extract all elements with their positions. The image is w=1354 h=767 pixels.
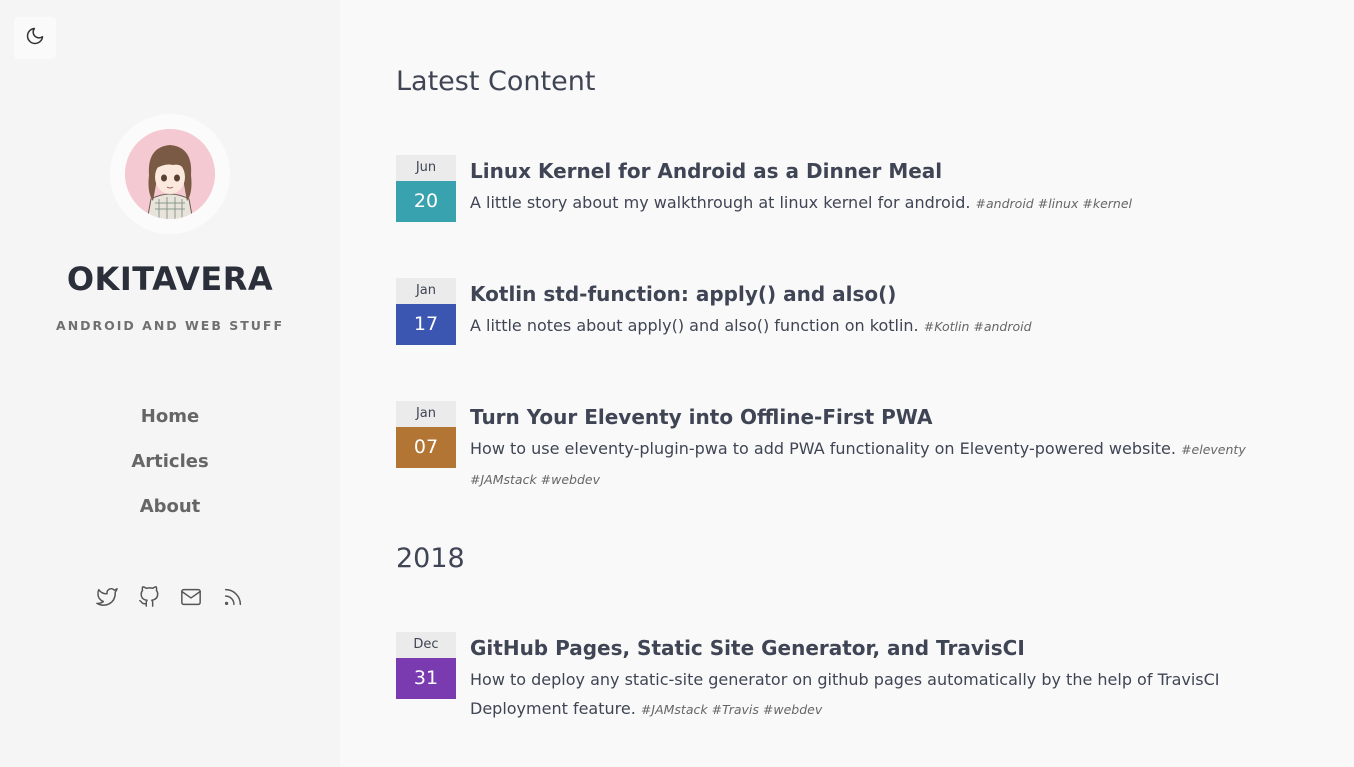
post-date: Jan 07	[396, 401, 456, 468]
rss-icon[interactable]	[222, 586, 244, 608]
post-description-text: A little notes about apply() and also() …	[470, 316, 919, 335]
post-day: 07	[396, 427, 456, 468]
github-icon[interactable]	[138, 586, 160, 608]
nav-item-about[interactable]: About	[140, 493, 201, 538]
post-description-text: How to use eleventy-plugin-pwa to add PW…	[470, 439, 1176, 458]
post-tags: #JAMstack #Travis #webdev	[641, 702, 822, 717]
tag-link[interactable]: #JAMstack	[470, 472, 537, 487]
latest-content-heading: Latest Content	[396, 66, 596, 97]
post-date: Dec 31	[396, 632, 456, 699]
tag-link[interactable]: #eleventy	[1181, 442, 1246, 457]
nav-item-articles[interactable]: Articles	[131, 448, 208, 493]
post-description-text: How to deploy any static-site generator …	[470, 670, 1220, 718]
year-heading: 2018	[396, 543, 465, 574]
post-date: Jun 20	[396, 155, 456, 222]
post-month: Jun	[396, 155, 456, 181]
post-title-link[interactable]: GitHub Pages, Static Site Generator, and…	[470, 634, 1290, 662]
post-description-text: A little story about my walkthrough at l…	[470, 193, 971, 212]
post-description: How to use eleventy-plugin-pwa to add PW…	[470, 434, 1290, 494]
post-day: 20	[396, 181, 456, 222]
tag-link[interactable]: #linux	[1038, 196, 1079, 211]
site-title[interactable]: OKITAVERA	[0, 260, 340, 298]
post-title-link[interactable]: Turn Your Eleventy into Offline-First PW…	[470, 403, 1290, 431]
tag-link[interactable]: #webdev	[541, 472, 600, 487]
post-description: A little story about my walkthrough at l…	[470, 188, 1290, 218]
post-description: How to deploy any static-site generator …	[470, 665, 1290, 724]
post-month: Jan	[396, 401, 456, 427]
avatar-frame	[110, 114, 230, 234]
post-month: Jan	[396, 278, 456, 304]
post-tags: #Kotlin #android	[924, 319, 1032, 334]
tag-link[interactable]: #android	[973, 319, 1031, 334]
tag-link[interactable]: #Kotlin	[924, 319, 970, 334]
post-month: Dec	[396, 632, 456, 658]
tag-link[interactable]: #android	[976, 196, 1034, 211]
post-day: 31	[396, 658, 456, 699]
tag-link[interactable]: #kernel	[1082, 196, 1132, 211]
post-title-link[interactable]: Linux Kernel for Android as a Dinner Mea…	[470, 157, 1290, 185]
social-links	[0, 586, 340, 608]
main-nav: Home Articles About	[0, 403, 340, 538]
sidebar: OKITAVERA ANDROID AND WEB STUFF Home Art…	[0, 0, 340, 767]
avatar	[125, 129, 215, 219]
post-date: Jan 17	[396, 278, 456, 345]
post-tags: #android #linux #kernel	[976, 196, 1132, 211]
tag-link[interactable]: #JAMstack	[641, 702, 708, 717]
post-title-link[interactable]: Kotlin std-function: apply() and also()	[470, 280, 1290, 308]
twitter-icon[interactable]	[96, 586, 118, 608]
tag-link[interactable]: #Travis	[712, 702, 759, 717]
tag-link[interactable]: #webdev	[763, 702, 822, 717]
post-description: A little notes about apply() and also() …	[470, 311, 1290, 341]
site-tagline: ANDROID AND WEB STUFF	[56, 318, 284, 333]
mail-icon[interactable]	[180, 586, 202, 608]
theme-toggle-button[interactable]	[14, 17, 56, 59]
post-day: 17	[396, 304, 456, 345]
moon-icon	[25, 26, 45, 50]
nav-item-home[interactable]: Home	[141, 403, 199, 448]
